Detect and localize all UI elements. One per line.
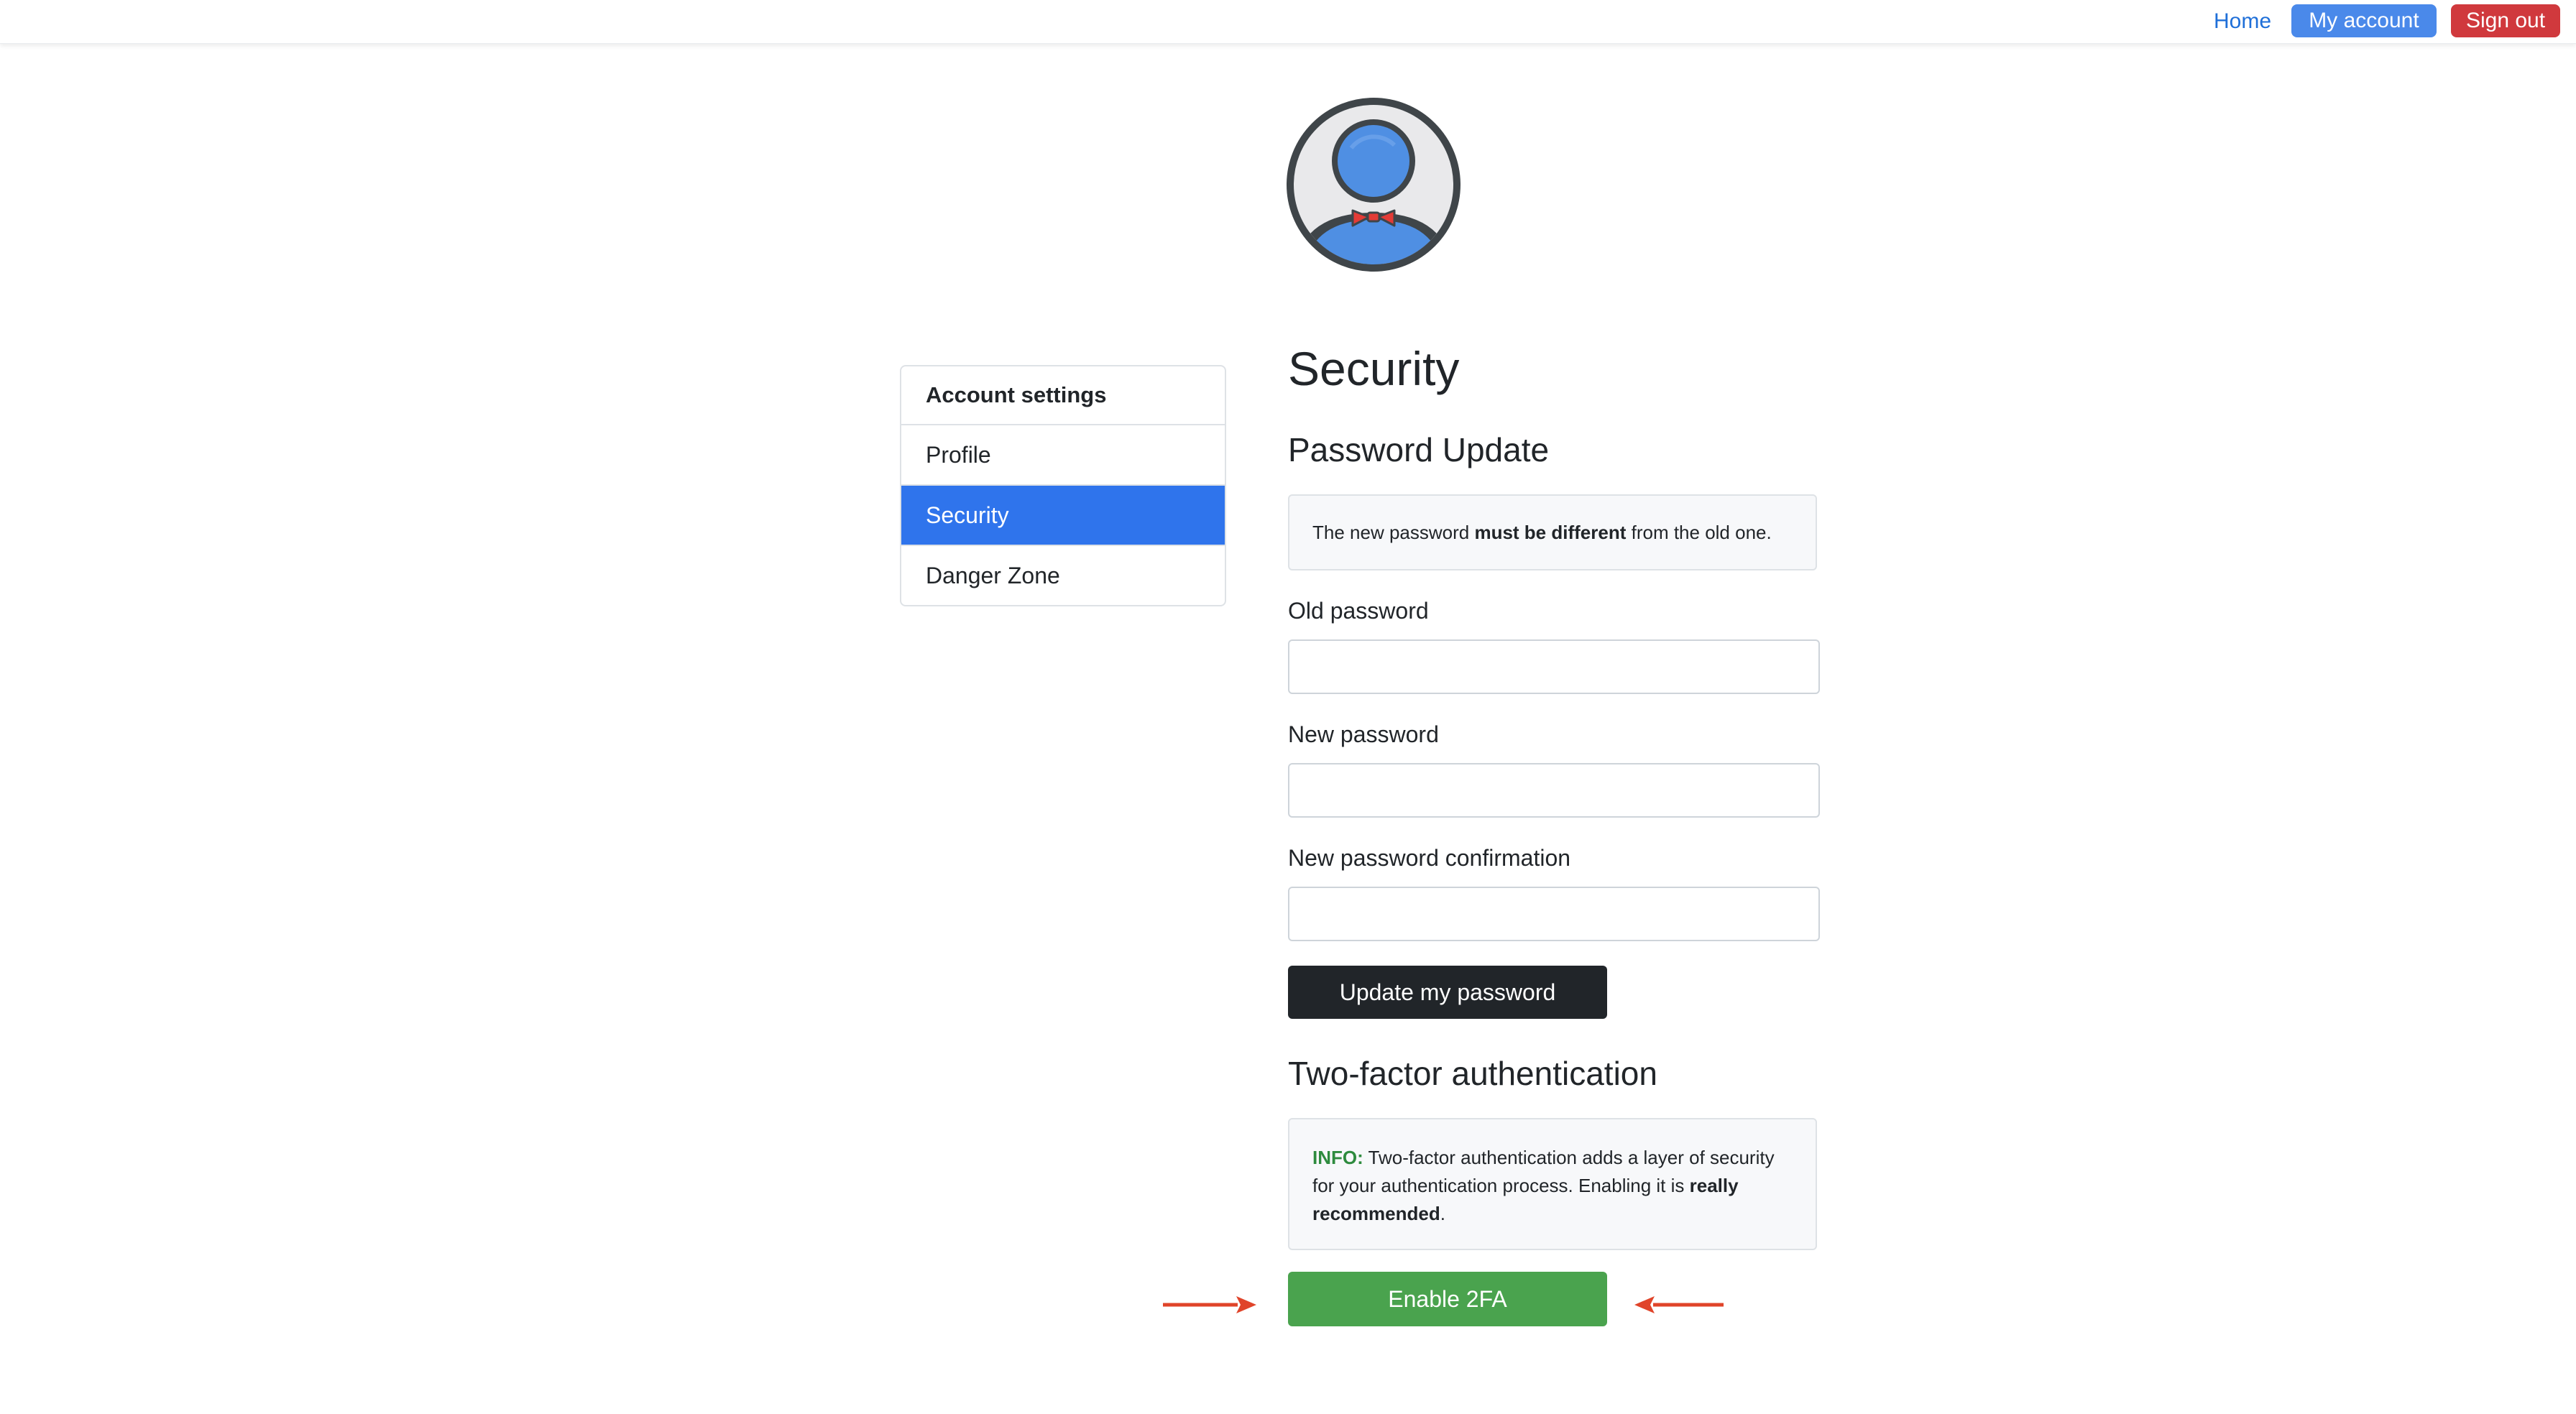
- red-arrow-icon: [1163, 1296, 1256, 1313]
- sidebar-item-security[interactable]: Security: [901, 486, 1225, 546]
- user-avatar-bowtie-icon: [1287, 98, 1460, 272]
- sidebar-header: Account settings: [901, 366, 1225, 425]
- password-notice-box: The new password must be different from …: [1288, 494, 1817, 570]
- new-password-confirmation-input[interactable]: [1288, 887, 1820, 941]
- password-notice-bold: must be different: [1474, 522, 1627, 543]
- sidebar-item-profile[interactable]: Profile: [901, 425, 1225, 486]
- info-label: INFO:: [1312, 1147, 1363, 1168]
- new-password-confirmation-label: New password confirmation: [1288, 845, 1571, 871]
- password-notice-prefix: The new password: [1312, 522, 1475, 543]
- nav-home-link[interactable]: Home: [2202, 6, 2283, 37]
- update-password-button[interactable]: Update my password: [1288, 966, 1607, 1019]
- page: Home My account Sign out Account setting…: [0, 0, 2576, 1414]
- new-password-label: New password: [1288, 721, 1439, 747]
- page-title: Security: [1288, 342, 1460, 395]
- two-factor-info-end: .: [1440, 1203, 1445, 1224]
- old-password-label: Old password: [1288, 598, 1429, 624]
- enable-2fa-button[interactable]: Enable 2FA: [1288, 1272, 1607, 1326]
- red-arrow-icon: [1634, 1296, 1724, 1313]
- new-password-input[interactable]: [1288, 763, 1820, 818]
- avatar: [1287, 98, 1460, 272]
- two-factor-info-box: INFO: Two-factor authentication adds a l…: [1288, 1118, 1817, 1250]
- my-account-button[interactable]: My account: [2291, 4, 2437, 37]
- top-navbar: Home My account Sign out: [0, 0, 2576, 44]
- old-password-input[interactable]: [1288, 639, 1820, 694]
- password-notice-suffix: from the old one.: [1626, 522, 1772, 543]
- account-settings-sidebar: Account settings Profile Security Danger…: [900, 365, 1226, 606]
- two-factor-title: Two-factor authentication: [1288, 1055, 1657, 1092]
- sign-out-button[interactable]: Sign out: [2451, 4, 2560, 37]
- password-update-title: Password Update: [1288, 431, 1550, 468]
- sidebar-item-danger-zone[interactable]: Danger Zone: [901, 546, 1225, 605]
